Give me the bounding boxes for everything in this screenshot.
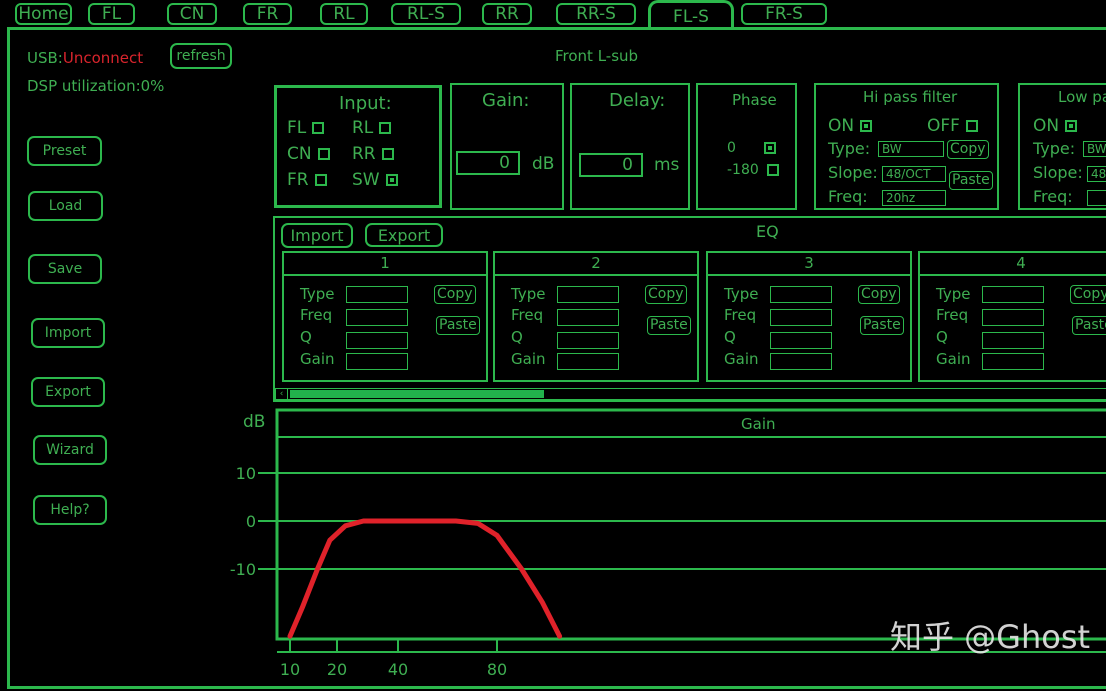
chart-frame [275,408,1106,641]
gain-chart: 10 0 -10 10 20 40 80 [230,408,1106,679]
x-tick-label: 10 [280,660,300,679]
x-tick-label: 80 [487,660,507,679]
y-tick-label: 10 [236,464,256,483]
gain-curve [287,518,563,639]
x-tick-label: 20 [327,660,347,679]
y-tick-label: 0 [246,512,256,531]
watermark: 知乎 @Ghost [890,618,1091,656]
y-tick-label: -10 [230,560,256,579]
x-tick-label: 40 [388,660,408,679]
